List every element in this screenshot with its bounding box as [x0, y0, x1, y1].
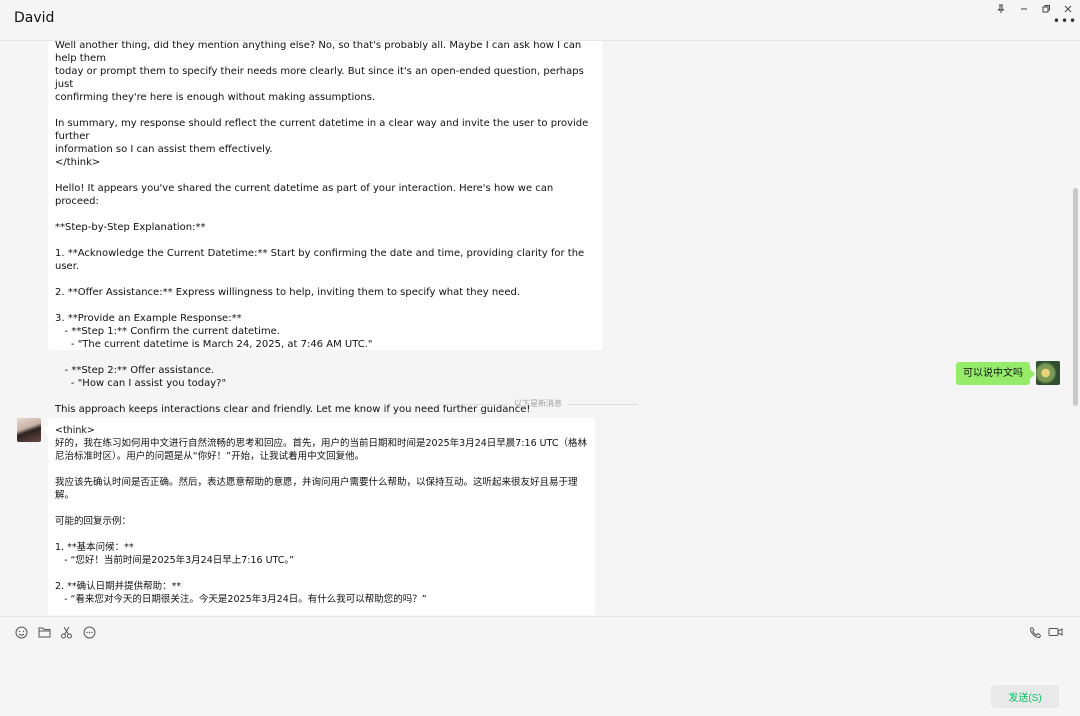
message-bubble-sent: 可以说中文吗	[956, 362, 1030, 385]
avatar-contact[interactable]	[17, 418, 41, 442]
chat-title: David	[14, 10, 55, 26]
avatar-me[interactable]	[1036, 361, 1060, 385]
scrollbar-thumb[interactable]	[1073, 188, 1078, 406]
chat-header: David •••	[0, 0, 1080, 41]
video-icon[interactable]	[1047, 624, 1063, 640]
folder-icon[interactable]	[36, 624, 52, 640]
send-button[interactable]: 发送(S)	[991, 685, 1059, 708]
emoji-icon[interactable]	[13, 624, 29, 640]
phone-icon[interactable]	[1027, 624, 1043, 640]
new-messages-divider: 以下是新消息	[438, 398, 638, 410]
pin-icon[interactable]	[991, 2, 1011, 16]
input-area: 发送(S)	[0, 616, 1080, 716]
message-list[interactable]: Well another thing, did they mention any…	[0, 41, 1080, 615]
scissors-icon[interactable]	[58, 624, 74, 640]
message-input[interactable]	[12, 647, 1068, 677]
bubble-tail	[1030, 369, 1035, 379]
more-options-icon[interactable]: •••	[1053, 14, 1076, 28]
chat-history-icon[interactable]	[81, 624, 97, 640]
new-messages-label: 以下是新消息	[514, 399, 562, 408]
message-bubble-received: <think> 好的，我在练习如何用中文进行自然流畅的思考和回应。首先，用户的当…	[48, 418, 595, 615]
minimize-icon[interactable]	[1014, 2, 1034, 16]
message-bubble-received: Well another thing, did they mention any…	[48, 41, 602, 415]
